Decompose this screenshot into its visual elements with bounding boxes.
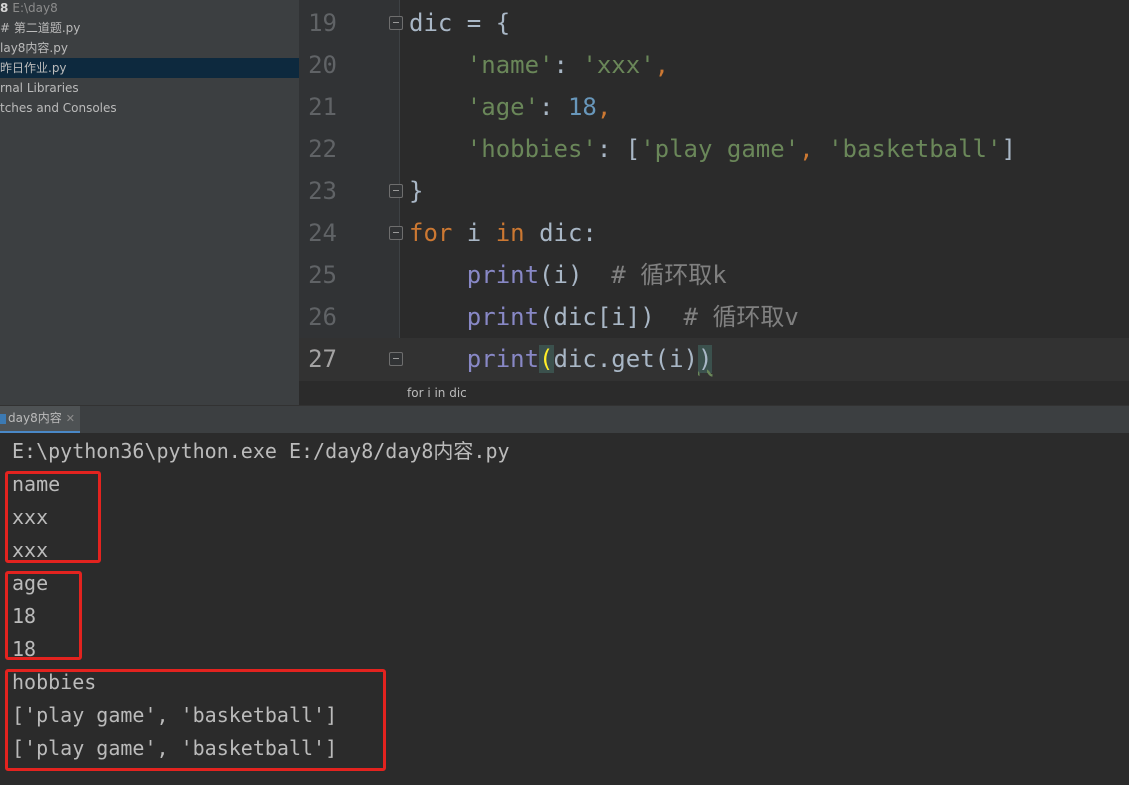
- tree-item-file[interactable]: # 第二道题.py: [0, 18, 299, 38]
- run-toolwindow-header: day8内容 ✕: [0, 405, 1129, 433]
- code-line[interactable]: 20 'name': 'xxx',: [299, 44, 1129, 86]
- fold-icon[interactable]: [389, 16, 403, 30]
- code-editor[interactable]: 19 dic = { 20 'name': 'xxx', 21 'age': 1…: [299, 0, 1129, 405]
- line-number: 20: [308, 51, 337, 79]
- tree-root[interactable]: 8 E:\day8: [0, 0, 299, 18]
- code-text: 'hobbies': ['play game', 'basketball']: [466, 135, 1016, 163]
- tree-item-scratches[interactable]: tches and Consoles: [0, 98, 299, 118]
- code-text: print(dic.get(i)): [466, 345, 713, 373]
- line-number: 26: [308, 303, 337, 331]
- annotation-box-hobbies: [5, 669, 386, 771]
- tree-item-label: # 第二道题.py: [0, 21, 81, 35]
- breadcrumb[interactable]: for i in dic: [299, 380, 1129, 405]
- console-command-line: E:\python36\python.exe E:/day8/day8内容.py: [12, 439, 510, 463]
- code-text: 'name': 'xxx',: [466, 51, 670, 79]
- run-tab[interactable]: day8内容 ✕: [0, 406, 80, 433]
- run-console[interactable]: E:\python36\python.exe E:/day8/day8内容.py…: [0, 433, 1129, 785]
- tree-item-label: 昨日作业.py: [0, 61, 67, 75]
- tree-item-label: rnal Libraries: [0, 81, 79, 95]
- line-number: 27: [308, 345, 337, 373]
- code-line[interactable]: 22 'hobbies': ['play game', 'basketball'…: [299, 128, 1129, 170]
- code-text: print(dic[i]) # 循环取v: [466, 303, 799, 331]
- run-tab-label: day8内容: [8, 411, 62, 425]
- project-tree-panel: 8 E:\day8 # 第二道题.py lay8内容.py 昨日作业.py rna…: [0, 0, 299, 405]
- code-line[interactable]: 21 'age': 18,: [299, 86, 1129, 128]
- tree-item-file[interactable]: lay8内容.py: [0, 38, 299, 58]
- code-line[interactable]: 19 dic = {: [299, 2, 1129, 44]
- breadcrumb-item[interactable]: for i in dic: [407, 386, 467, 400]
- line-number: 19: [308, 9, 337, 37]
- annotation-box-name: [5, 471, 101, 563]
- tree-item-label: lay8内容.py: [0, 41, 68, 55]
- line-number: 23: [308, 177, 337, 205]
- code-text: print(i) # 循环取k: [466, 261, 727, 289]
- line-number: 22: [308, 135, 337, 163]
- code-line[interactable]: 25 print(i) # 循环取k: [299, 254, 1129, 296]
- code-text: }: [409, 177, 424, 205]
- code-text: 'age': 18,: [466, 93, 612, 121]
- line-number: 24: [308, 219, 337, 247]
- fold-icon[interactable]: [389, 226, 403, 240]
- tree-item-label: tches and Consoles: [0, 101, 117, 115]
- code-text: dic = {: [409, 9, 511, 37]
- code-line[interactable]: 24 for i in dic:: [299, 212, 1129, 254]
- tree-root-path: E:\day8: [12, 1, 58, 15]
- close-icon[interactable]: ✕: [66, 412, 75, 425]
- tree-item-external-libraries[interactable]: rnal Libraries: [0, 78, 299, 98]
- line-number: 25: [308, 261, 337, 289]
- fold-icon[interactable]: [389, 352, 403, 366]
- code-text: for i in dic:: [409, 219, 597, 247]
- tree-root-name: 8: [0, 1, 9, 15]
- code-line[interactable]: 26 print(dic[i]) # 循环取v: [299, 296, 1129, 338]
- code-line-current[interactable]: 27 print(dic.get(i)): [299, 338, 1129, 380]
- annotation-box-age: [5, 571, 82, 660]
- tree-item-file-selected[interactable]: 昨日作业.py: [0, 58, 299, 78]
- python-file-icon: [0, 413, 6, 424]
- line-number: 21: [308, 93, 337, 121]
- fold-icon[interactable]: [389, 184, 403, 198]
- code-line[interactable]: 23 }: [299, 170, 1129, 212]
